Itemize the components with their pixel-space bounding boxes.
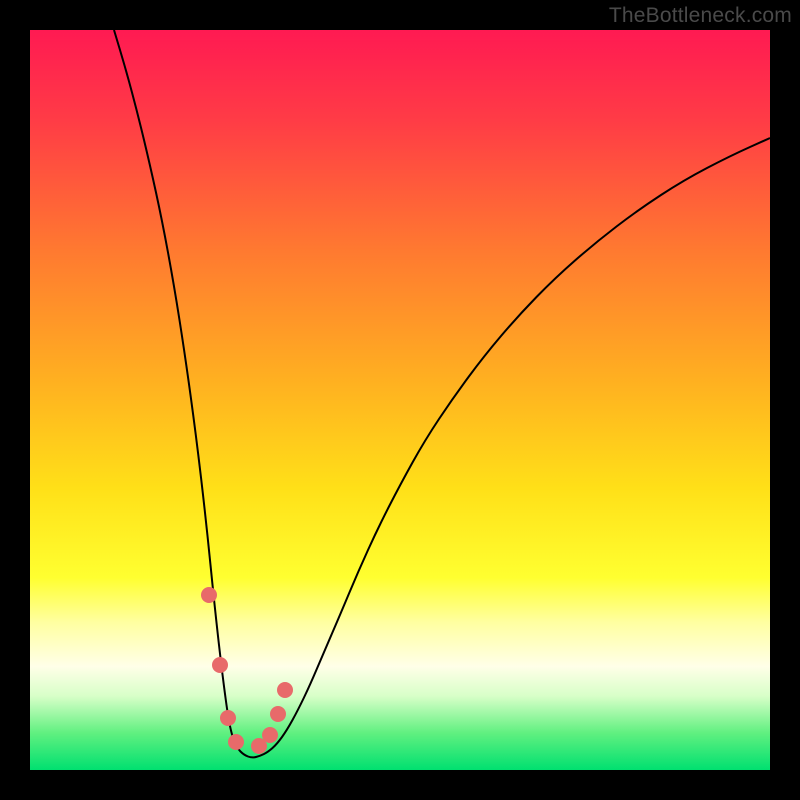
marker-dot [212, 657, 228, 673]
gradient-background [30, 30, 770, 770]
marker-dot [262, 727, 278, 743]
marker-dot [220, 710, 236, 726]
marker-dot [277, 682, 293, 698]
watermark-text: TheBottleneck.com [609, 4, 792, 28]
bottleneck-curve-chart [30, 30, 770, 770]
chart-frame: TheBottleneck.com [0, 0, 800, 800]
marker-dot [228, 734, 244, 750]
marker-dot [201, 587, 217, 603]
marker-dot [270, 706, 286, 722]
plot-area [30, 30, 770, 770]
